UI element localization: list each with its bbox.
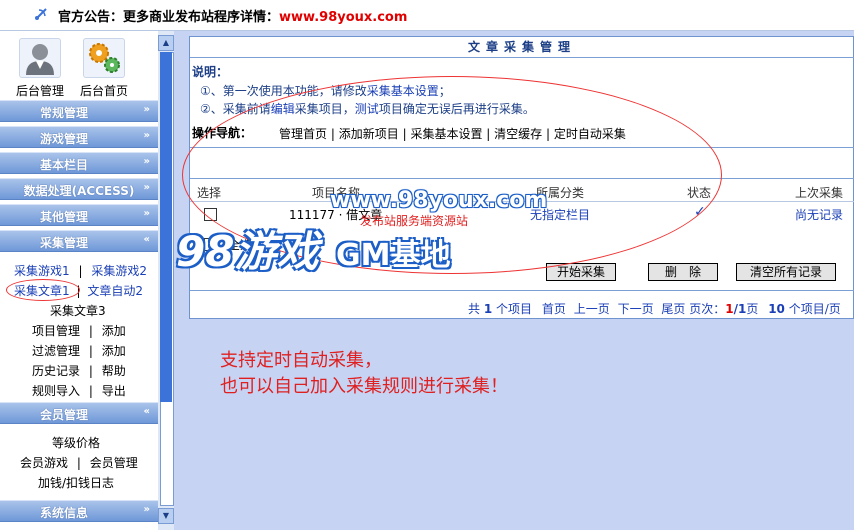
row-last-collect: 尚无记录 bbox=[795, 208, 844, 222]
pager-first[interactable]: 首页 bbox=[542, 302, 566, 316]
link-export[interactable]: 导出 bbox=[102, 384, 126, 398]
backend-home-label: 后台首页 bbox=[80, 84, 129, 98]
menu-basic-columns-label: 基本栏目 bbox=[39, 158, 88, 172]
link-collect-game2[interactable]: 采集游戏2 bbox=[91, 264, 147, 278]
link-collect-article3[interactable]: 采集文章3 bbox=[50, 302, 106, 319]
link-money-log-text[interactable]: 加钱/扣钱日志 bbox=[38, 476, 114, 490]
chevron-down-icon: » bbox=[143, 504, 150, 515]
collect-links-row4: 项目管理 | 添加 bbox=[32, 322, 126, 339]
watermark-gm: GM基地 bbox=[336, 238, 451, 273]
menu-game-label: 游戏管理 bbox=[39, 132, 88, 146]
backend-manage-button[interactable]: 后台管理 bbox=[16, 38, 64, 99]
panel-title: 文章采集管理 bbox=[467, 40, 576, 54]
menu-other[interactable]: 其他管理 » bbox=[0, 204, 158, 226]
pager: 共 1 个项目 首页 上一页 下一页 尾页 页次：1/1页 10 个项目/页 bbox=[468, 300, 841, 317]
col-last-collect: 上次采集 bbox=[795, 186, 844, 200]
pager-last[interactable]: 尾页 bbox=[661, 302, 685, 316]
chevron-down-icon: » bbox=[143, 130, 150, 141]
pager-total-pre: 共 bbox=[468, 302, 481, 316]
separator: | bbox=[88, 364, 93, 378]
link-history[interactable]: 历史记录 bbox=[32, 364, 80, 378]
link-add-filter[interactable]: 添加 bbox=[102, 344, 126, 358]
pager-total: 1 bbox=[483, 302, 493, 316]
pager-prev[interactable]: 上一页 bbox=[574, 302, 610, 316]
menu-system-info-label: 系统信息 bbox=[39, 506, 88, 520]
pager-total-pages: /1 bbox=[733, 302, 747, 316]
gears-icon bbox=[83, 38, 125, 78]
menu-collect-label: 采集管理 bbox=[39, 236, 88, 250]
scroll-down-arrow-icon[interactable]: ▼ bbox=[158, 508, 174, 524]
link-filter-manage[interactable]: 过滤管理 bbox=[32, 344, 80, 358]
pager-per-post: 个项目/页 bbox=[788, 302, 841, 316]
watermark-tagline: 发布站服务端资源站 bbox=[360, 214, 469, 228]
separator: | bbox=[88, 344, 93, 358]
separator: | bbox=[88, 384, 93, 398]
link-help[interactable]: 帮助 bbox=[102, 364, 126, 378]
link-grade-price[interactable]: 等级价格 bbox=[52, 434, 100, 451]
member-links-row2: 会员游戏 | 会员管理 bbox=[20, 454, 138, 471]
highlight-oval bbox=[6, 279, 80, 301]
caption-line-2: 也可以自己加入采集规则进行采集！ bbox=[220, 376, 508, 397]
link-add-project[interactable]: 添加 bbox=[102, 324, 126, 338]
collect-links-row7: 规则导入 | 导出 bbox=[32, 382, 126, 399]
menu-game[interactable]: 游戏管理 » bbox=[0, 126, 158, 148]
chevron-down-icon: » bbox=[143, 156, 150, 167]
menu-collect[interactable]: 采集管理 « bbox=[0, 230, 158, 252]
link-member-game[interactable]: 会员游戏 bbox=[20, 456, 68, 470]
watermark-logo: 98游戏 bbox=[176, 227, 319, 276]
menu-member[interactable]: 会员管理 « bbox=[0, 402, 158, 424]
user-avatar-icon bbox=[19, 38, 61, 78]
pager-total-post: 个项目 bbox=[496, 302, 533, 316]
scrollbar-thumb[interactable] bbox=[160, 52, 172, 402]
chevron-down-icon: » bbox=[143, 182, 150, 193]
announcement-label: 官方公告：更多商业发布站程序详情： bbox=[58, 10, 280, 25]
menu-member-label: 会员管理 bbox=[39, 408, 88, 422]
separator: | bbox=[76, 456, 81, 470]
menu-other-label: 其他管理 bbox=[39, 210, 88, 224]
announcement-link[interactable]: www.98youx.com bbox=[279, 10, 407, 25]
menu-basic-columns[interactable]: 基本栏目 » bbox=[0, 152, 158, 174]
collect-links-row5: 过滤管理 | 添加 bbox=[32, 342, 126, 359]
pager-page-unit: 页 bbox=[746, 302, 759, 316]
link-grade-price-text[interactable]: 等级价格 bbox=[52, 436, 100, 450]
title-divider bbox=[190, 57, 854, 58]
watermark-url: www.98youx.com bbox=[330, 188, 548, 213]
menu-data-processing[interactable]: 数据处理(ACCESS) » bbox=[0, 178, 158, 200]
menu-data-processing-label: 数据处理(ACCESS) bbox=[23, 184, 135, 198]
menu-general[interactable]: 常规管理 » bbox=[0, 100, 158, 122]
collect-links-row6: 历史记录 | 帮助 bbox=[32, 362, 126, 379]
pager-divider bbox=[190, 290, 854, 291]
backend-home-button[interactable]: 后台首页 bbox=[80, 38, 128, 99]
pager-next[interactable]: 下一页 bbox=[618, 302, 654, 316]
chevron-down-icon: » bbox=[143, 208, 150, 219]
scroll-up-arrow-icon[interactable]: ▲ bbox=[158, 35, 174, 51]
delete-button[interactable]: 删 除 bbox=[648, 263, 718, 281]
separator: | bbox=[78, 264, 83, 278]
link-member-manage[interactable]: 会员管理 bbox=[90, 456, 138, 470]
pager-per-page: 10 bbox=[768, 302, 785, 316]
link-article-auto2[interactable]: 文章自动2 bbox=[87, 284, 143, 298]
chevron-up-icon: « bbox=[143, 406, 150, 417]
collect-links-row1: 采集游戏1 | 采集游戏2 bbox=[14, 262, 147, 279]
broadcast-icon bbox=[35, 8, 47, 20]
link-project-manage[interactable]: 项目管理 bbox=[32, 324, 80, 338]
pager-current: 1 bbox=[725, 302, 734, 316]
link-collect-article3-text[interactable]: 采集文章3 bbox=[50, 304, 106, 318]
pager-page-label: 页次： bbox=[689, 302, 726, 316]
caption-line-1: 支持定时自动采集， bbox=[220, 350, 382, 371]
link-money-log[interactable]: 加钱/扣钱日志 bbox=[38, 474, 114, 491]
link-rule-import[interactable]: 规则导入 bbox=[32, 384, 80, 398]
backend-manage-label: 后台管理 bbox=[16, 84, 65, 98]
separator: | bbox=[88, 324, 93, 338]
note-label: 说明： bbox=[192, 65, 229, 79]
announcement: 官方公告：更多商业发布站程序详情：www.98youx.com bbox=[58, 6, 407, 25]
chevron-down-icon: » bbox=[143, 104, 150, 115]
menu-general-label: 常规管理 bbox=[39, 106, 88, 120]
link-collect-game1[interactable]: 采集游戏1 bbox=[14, 264, 70, 278]
menu-system-info[interactable]: 系统信息 » bbox=[0, 500, 158, 522]
chevron-up-icon: « bbox=[143, 234, 150, 245]
clear-all-records-button[interactable]: 清空所有记录 bbox=[736, 263, 836, 281]
